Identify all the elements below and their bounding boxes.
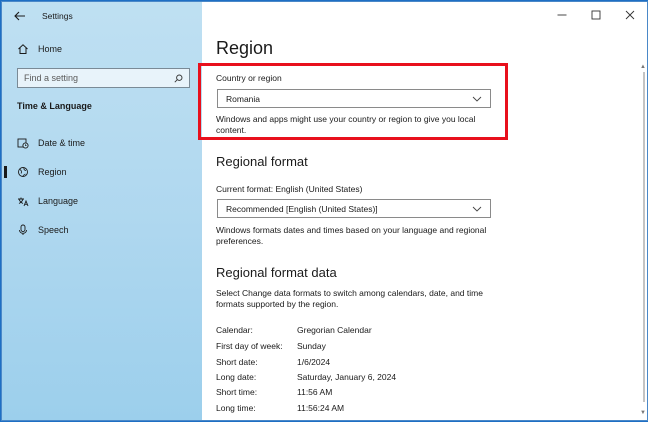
sidebar-item-language[interactable]: Language bbox=[2, 188, 202, 214]
data-value: 1/6/2024 bbox=[297, 357, 331, 367]
sidebar-item-home[interactable]: Home bbox=[2, 36, 202, 62]
back-arrow-icon bbox=[14, 11, 25, 21]
sidebar-item-label: Region bbox=[38, 167, 67, 177]
highlight-box bbox=[198, 63, 508, 140]
sidebar-section-title: Time & Language bbox=[17, 101, 92, 111]
data-key: Calendar: bbox=[216, 325, 253, 335]
sidebar-item-region[interactable]: Region bbox=[2, 159, 202, 185]
data-row-long-date: Long date: Saturday, January 6, 2024 bbox=[216, 372, 396, 382]
sidebar-item-label: Speech bbox=[38, 225, 69, 235]
minimize-icon bbox=[557, 14, 567, 16]
maximize-button[interactable] bbox=[579, 2, 613, 28]
titlebar-left: Settings bbox=[2, 2, 202, 30]
minimize-button[interactable] bbox=[545, 2, 579, 28]
regional-format-heading: Regional format bbox=[216, 154, 308, 169]
close-icon bbox=[625, 10, 635, 20]
scrollbar-thumb[interactable] bbox=[643, 72, 645, 402]
data-key: Long date: bbox=[216, 372, 257, 382]
window-controls bbox=[545, 2, 647, 30]
search-icon bbox=[174, 74, 183, 83]
current-format-label: Current format: English (United States) bbox=[216, 184, 363, 194]
data-value: Saturday, January 6, 2024 bbox=[297, 372, 397, 382]
format-data-heading: Regional format data bbox=[216, 265, 337, 280]
data-value: 11:56 AM bbox=[297, 387, 333, 397]
app-title: Settings bbox=[42, 11, 73, 21]
data-value: Sunday bbox=[297, 341, 326, 351]
sidebar-item-date-time[interactable]: Date & time bbox=[2, 130, 202, 156]
data-key: First day of week: bbox=[216, 341, 283, 351]
regional-format-selected: Recommended [English (United States)] bbox=[226, 203, 378, 214]
sidebar: Settings Home Time & Language Date & tim… bbox=[2, 2, 202, 420]
sidebar-item-label: Home bbox=[38, 44, 63, 54]
microphone-icon bbox=[16, 223, 30, 237]
sidebar-item-label: Language bbox=[38, 196, 79, 206]
data-row-calendar: Calendar: Gregorian Calendar bbox=[216, 325, 372, 335]
maximize-icon bbox=[591, 10, 601, 20]
page-title: Region bbox=[216, 38, 274, 58]
regional-format-description: Windows formats dates and times based on… bbox=[216, 225, 487, 246]
data-key: Short date: bbox=[216, 357, 258, 367]
data-key: Long time: bbox=[216, 403, 256, 413]
calendar-clock-icon bbox=[16, 136, 30, 150]
data-row-long-time: Long time: 11:56:24 AM bbox=[216, 403, 344, 413]
data-key: Short time: bbox=[216, 387, 258, 397]
format-data-description: Select Change data formats to switch amo… bbox=[216, 288, 483, 309]
language-icon bbox=[16, 194, 30, 208]
data-value: 11:56:24 AM bbox=[297, 403, 345, 413]
scroll-up-icon[interactable]: ▲ bbox=[640, 64, 646, 70]
close-button[interactable] bbox=[613, 2, 647, 28]
regional-format-dropdown[interactable]: Recommended [English (United States)] bbox=[217, 199, 491, 218]
data-row-short-time: Short time: 11:56 AM bbox=[216, 387, 332, 397]
sidebar-item-speech[interactable]: Speech bbox=[2, 217, 202, 243]
search-box[interactable] bbox=[17, 68, 190, 88]
scroll-down-icon[interactable]: ▼ bbox=[640, 410, 646, 416]
back-button[interactable] bbox=[2, 2, 38, 30]
search-input[interactable] bbox=[24, 73, 164, 83]
scrollbar[interactable] bbox=[642, 72, 646, 407]
chevron-down-icon bbox=[472, 206, 482, 212]
home-icon bbox=[16, 42, 30, 56]
data-value: Gregorian Calendar bbox=[297, 325, 372, 335]
data-row-first-day: First day of week: Sunday bbox=[216, 341, 326, 351]
data-row-short-date: Short date: 1/6/2024 bbox=[216, 357, 330, 367]
sidebar-item-label: Date & time bbox=[38, 138, 86, 148]
globe-icon bbox=[16, 165, 30, 179]
